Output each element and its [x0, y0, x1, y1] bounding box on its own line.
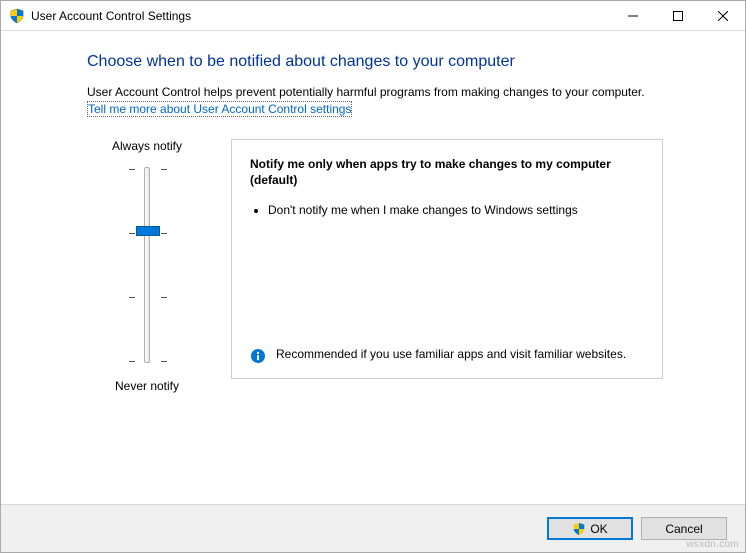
notification-slider[interactable]	[87, 163, 207, 367]
panel-bullet-list: Don't notify me when I make changes to W…	[268, 202, 644, 218]
titlebar: User Account Control Settings	[1, 1, 745, 31]
panel-footer: Recommended if you use familiar apps and…	[250, 347, 644, 364]
slider-tick	[129, 358, 167, 362]
notification-slider-area: Always notify Never notify	[87, 139, 207, 403]
help-link[interactable]: Tell me more about User Account Control …	[87, 101, 352, 117]
ok-button[interactable]: OK	[547, 517, 633, 540]
slider-track	[144, 167, 150, 363]
close-icon	[718, 11, 728, 21]
slider-tick	[129, 294, 167, 298]
slider-thumb[interactable]	[136, 226, 160, 236]
content-area: Choose when to be notified about changes…	[1, 31, 745, 403]
slider-tick	[129, 166, 167, 170]
panel-bullet: Don't notify me when I make changes to W…	[268, 202, 644, 218]
page-heading: Choose when to be notified about changes…	[87, 53, 719, 71]
dialog-footer: OK Cancel	[1, 504, 745, 552]
info-icon	[250, 348, 266, 364]
window-title: User Account Control Settings	[31, 9, 610, 23]
ok-button-label: OK	[590, 522, 607, 536]
close-button[interactable]	[700, 1, 745, 31]
uac-shield-icon	[9, 8, 25, 24]
cancel-button[interactable]: Cancel	[641, 517, 727, 540]
slider-top-label: Always notify	[87, 139, 207, 153]
uac-shield-icon	[572, 522, 586, 536]
maximize-icon	[673, 11, 683, 21]
panel-footer-text: Recommended if you use familiar apps and…	[276, 347, 626, 361]
maximize-button[interactable]	[655, 1, 700, 31]
main-section: Always notify Never notify Notify me onl…	[87, 139, 719, 403]
cancel-button-label: Cancel	[665, 522, 702, 536]
slider-bottom-label: Never notify	[87, 379, 207, 393]
page-description: User Account Control helps prevent poten…	[87, 85, 719, 99]
notification-description-panel: Notify me only when apps try to make cha…	[231, 139, 663, 379]
panel-title: Notify me only when apps try to make cha…	[250, 156, 644, 188]
watermark: wsxdn.com	[686, 539, 739, 550]
minimize-icon	[628, 11, 638, 21]
minimize-button[interactable]	[610, 1, 655, 31]
